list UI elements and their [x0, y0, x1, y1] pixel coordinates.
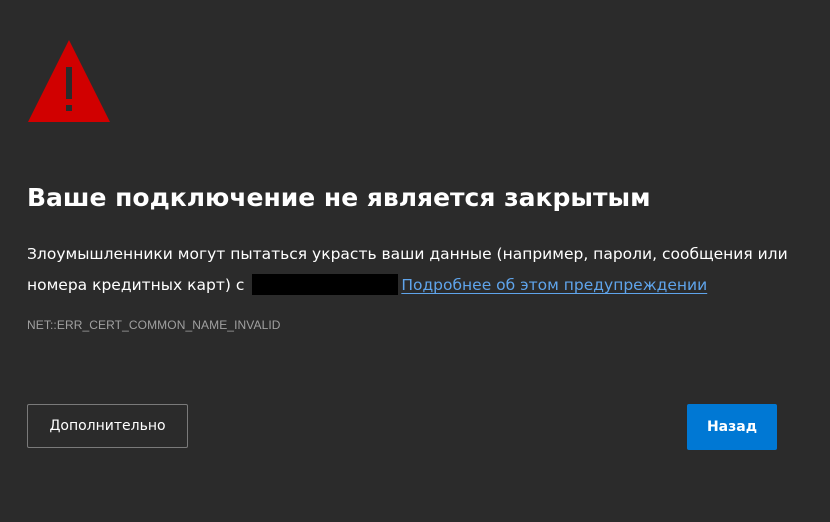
warning-description: Злоумышленники могут пытаться украсть ва… — [27, 239, 802, 301]
page-title: Ваше подключение не является закрытым — [27, 183, 651, 212]
back-button[interactable]: Назад — [687, 404, 777, 450]
warning-triangle-icon — [27, 39, 111, 123]
redacted-hostname — [252, 274, 399, 295]
learn-more-link[interactable]: Подробнее об этом предупреждении — [401, 276, 707, 294]
error-code: NET::ERR_CERT_COMMON_NAME_INVALID — [27, 318, 281, 332]
advanced-button[interactable]: Дополнительно — [27, 404, 188, 448]
